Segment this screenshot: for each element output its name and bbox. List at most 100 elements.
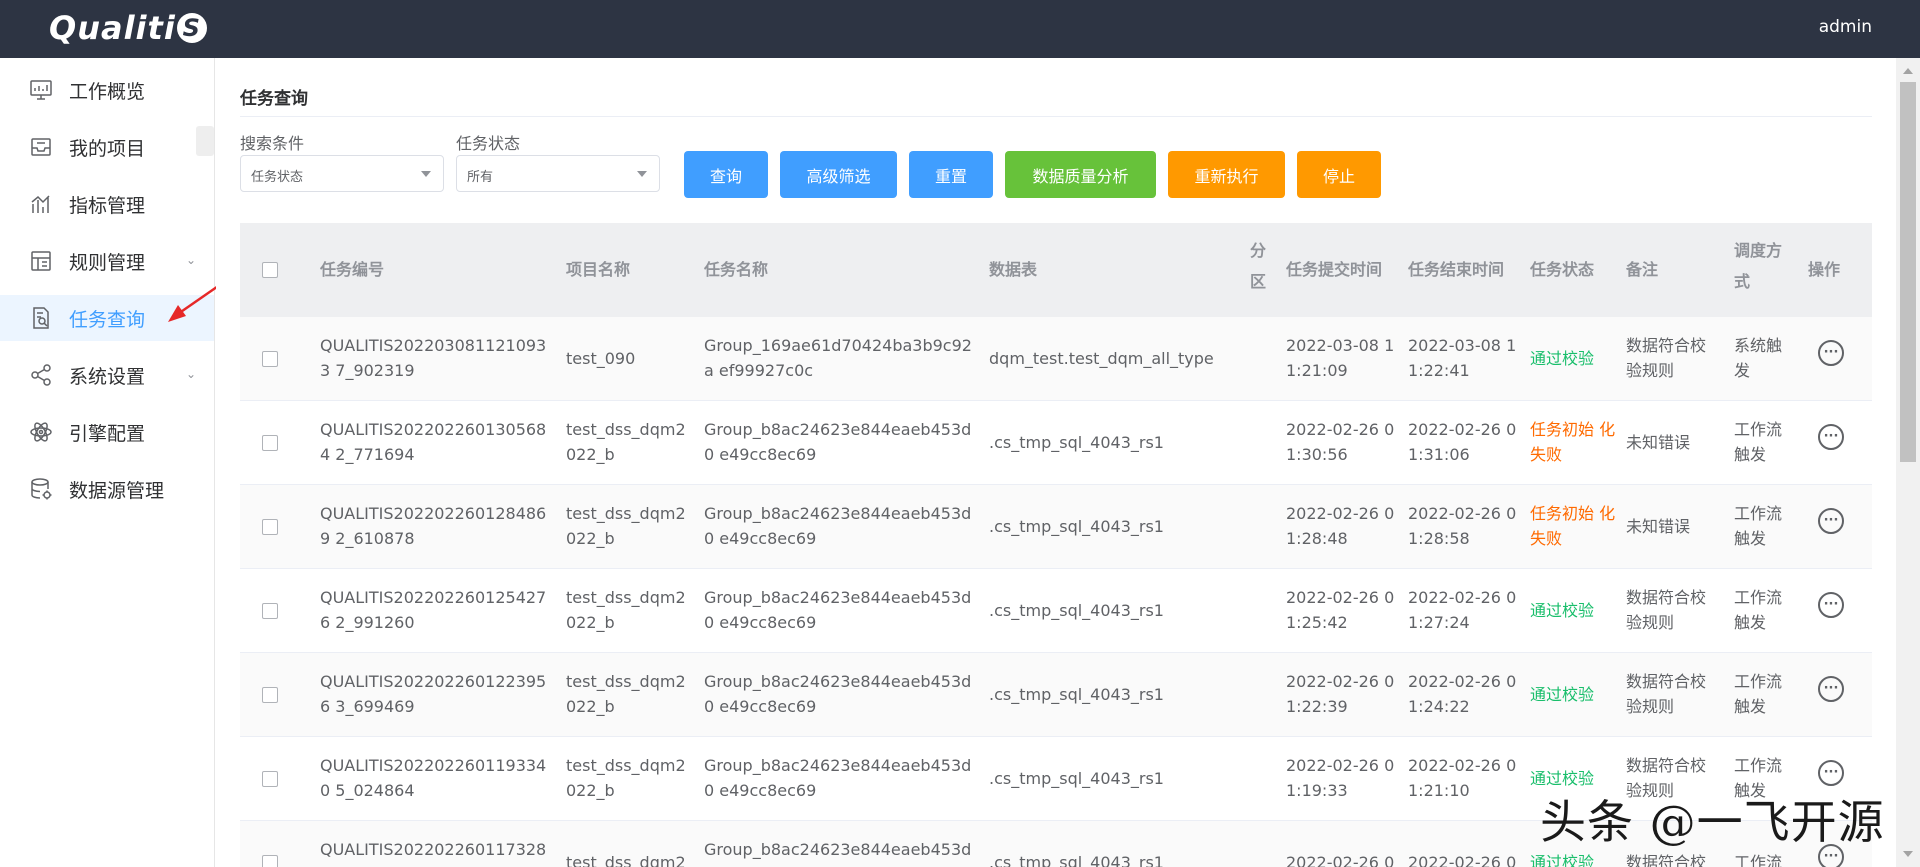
cell-table-name: .cs_tmp_sql_4043_rs1 — [989, 517, 1164, 536]
cell-submit-time: 2022-03-08 1 1:21:09 — [1286, 336, 1395, 380]
cell-task-id: QUALITIS2022022601305684 2_771694 — [320, 420, 547, 464]
cell-project: test_090 — [566, 349, 636, 368]
sidebar-item-datasource[interactable]: 数据源管理 — [0, 466, 214, 512]
page-title: 任务查询 — [240, 89, 308, 109]
cell-status: 任务初始 化失败 — [1530, 420, 1616, 464]
col-end-time: 任务结束时间 — [1408, 260, 1505, 279]
task-status-select[interactable]: 所有 — [456, 155, 660, 192]
search-condition-select[interactable]: 任务状态 — [240, 155, 444, 192]
quality-analysis-button[interactable]: 数据质量分析 — [1005, 151, 1156, 198]
layout-icon — [28, 248, 54, 274]
row-checkbox[interactable] — [262, 603, 278, 619]
document-search-icon — [28, 305, 54, 331]
database-icon — [28, 476, 54, 502]
row-checkbox[interactable] — [262, 771, 278, 787]
more-actions-icon[interactable]: ··· — [1818, 592, 1844, 618]
advanced-filter-button[interactable]: 高级筛选 — [780, 151, 897, 198]
cell-end-time: 2022-02-26 0 — [1408, 853, 1517, 867]
more-actions-icon[interactable]: ··· — [1818, 508, 1844, 534]
qualitis-logo[interactable]: Qualiti S — [49, 8, 207, 48]
more-actions-icon[interactable]: ··· — [1818, 760, 1844, 786]
cell-task-id: QUALITIS2022022601284869 2_610878 — [320, 504, 547, 548]
watermark-text: 头条 @一飞开源 — [1540, 795, 1885, 849]
cell-task-name: Group_b8ac24623e844eaeb453d0 e49cc8ec69 — [704, 588, 972, 632]
row-checkbox[interactable] — [262, 855, 278, 867]
caret-down-icon — [421, 171, 431, 177]
cell-end-time: 2022-02-26 0 1:27:24 — [1408, 588, 1517, 632]
cell-schedule: 工作流 触发 — [1734, 672, 1783, 716]
atom-icon — [28, 419, 54, 445]
sidebar-item-label: 引擎配置 — [69, 422, 146, 445]
cell-schedule: 工作流 触发 — [1734, 420, 1783, 464]
rerun-button[interactable]: 重新执行 — [1168, 151, 1285, 198]
page-scrollbar[interactable] — [1896, 58, 1920, 867]
table-row[interactable]: QUALITIS2022022601284869 2_610878 test_ds… — [240, 485, 1872, 569]
col-task-name: 任务名称 — [704, 260, 769, 279]
more-actions-icon[interactable]: ··· — [1818, 424, 1844, 450]
cell-table-name: dqm_test.test_dqm_all_type — [989, 349, 1214, 368]
cell-submit-time: 2022-02-26 0 1:25:42 — [1286, 588, 1395, 632]
table-row[interactable]: QUALITIS2022022601305684 2_771694 test_ds… — [240, 401, 1872, 485]
more-actions-icon[interactable]: ··· — [1818, 676, 1844, 702]
cell-task-id: QUALITIS2022030811210933 7_902319 — [320, 336, 547, 380]
sidebar-item-label: 我的项目 — [69, 137, 146, 160]
cell-end-time: 2022-02-26 0 1:28:58 — [1408, 504, 1517, 548]
col-task-id: 任务编号 — [320, 260, 385, 279]
cell-status: 通过校验 — [1530, 853, 1595, 867]
col-status: 任务状态 — [1530, 260, 1595, 279]
main-content: 任务查询 搜索条件 任务状态 任务状态 所有 查询 高级筛选 重置 数据质量分析… — [216, 58, 1896, 867]
select-all-checkbox[interactable] — [262, 262, 278, 278]
scrollbar-thumb[interactable] — [1900, 82, 1916, 462]
scroll-up-icon[interactable] — [1903, 68, 1913, 74]
task-table: 任务编号 项目名称 任务名称 数据表 分 区 任务提交时间 任务结束时间 任务状… — [240, 223, 1872, 867]
search-condition-value: 任务状态 — [251, 170, 304, 185]
row-checkbox[interactable] — [262, 435, 278, 451]
cell-task-name: Group_b8ac24623e844eaeb453d0 — [704, 840, 972, 867]
col-project: 项目名称 — [566, 260, 631, 279]
reset-button[interactable]: 重置 — [909, 151, 993, 198]
sidebar-item-label: 指标管理 — [69, 194, 146, 217]
inbox-icon — [28, 134, 54, 160]
task-status-value: 所有 — [467, 170, 494, 185]
sidebar-item-label: 工作概览 — [69, 80, 146, 103]
col-schedule: 调度方 式 — [1734, 241, 1783, 291]
cell-project: test_dss_dqm2 022_b — [566, 672, 686, 716]
sidebar-item-overview[interactable]: 工作概览 — [0, 67, 214, 113]
stop-button[interactable]: 停止 — [1297, 151, 1381, 198]
cell-schedule: 工作流 触发 — [1734, 588, 1783, 632]
task-status-label: 任务状态 — [456, 134, 521, 153]
cell-table-name: .cs_tmp_sql_4043_rs1 — [989, 853, 1164, 867]
row-checkbox[interactable] — [262, 519, 278, 535]
cell-table-name: .cs_tmp_sql_4043_rs1 — [989, 601, 1164, 620]
chevron-down-icon: ⌄ — [185, 367, 196, 381]
scroll-down-icon[interactable] — [1903, 851, 1913, 857]
cell-remark: 数据符合校 验规则 — [1626, 336, 1707, 380]
row-checkbox[interactable] — [262, 351, 278, 367]
cell-task-name: Group_169ae61d70424ba3b9c92a ef99927c0c — [704, 336, 972, 380]
cell-schedule: 工作流 — [1734, 853, 1783, 867]
cell-end-time: 2022-03-08 1 1:22:41 — [1408, 336, 1517, 380]
sidebar-item-system-settings[interactable]: 系统设置 ⌄ — [0, 352, 214, 398]
more-actions-icon[interactable]: ··· — [1818, 340, 1844, 366]
row-checkbox[interactable] — [262, 687, 278, 703]
sidebar-item-metrics[interactable]: 指标管理 — [0, 181, 214, 227]
col-action: 操作 — [1808, 260, 1841, 279]
logo-text: Qualiti — [49, 9, 176, 47]
cell-task-id: QUALITIS2022022601223956 3_699469 — [320, 672, 547, 716]
cell-task-name: Group_b8ac24623e844eaeb453d0 e49cc8ec69 — [704, 756, 972, 800]
user-menu[interactable]: admin — [1819, 17, 1872, 37]
table-row[interactable]: QUALITIS2022022601223956 3_699469 test_ds… — [240, 653, 1872, 737]
col-table: 数据表 — [989, 260, 1038, 279]
top-header: Qualiti S admin — [0, 0, 1920, 58]
cell-project: test_dss_dqm2 022_b — [566, 588, 686, 632]
sidebar-item-engine-config[interactable]: 引擎配置 — [0, 409, 214, 455]
cell-project: test_dss_dqm2 022_b — [566, 756, 686, 800]
cell-status: 任务初始 化失败 — [1530, 504, 1616, 548]
table-row[interactable]: QUALITIS2022030811210933 7_902319 test_09… — [240, 317, 1872, 401]
sidebar-item-label: 数据源管理 — [69, 479, 165, 502]
sidebar-item-projects[interactable]: 我的项目 — [0, 124, 214, 170]
query-button[interactable]: 查询 — [684, 151, 768, 198]
cell-submit-time: 2022-02-26 0 — [1286, 853, 1395, 867]
table-row[interactable]: QUALITIS2022022601254276 2_991260 test_ds… — [240, 569, 1872, 653]
cell-project: test_dss_dqm2 — [566, 853, 686, 867]
